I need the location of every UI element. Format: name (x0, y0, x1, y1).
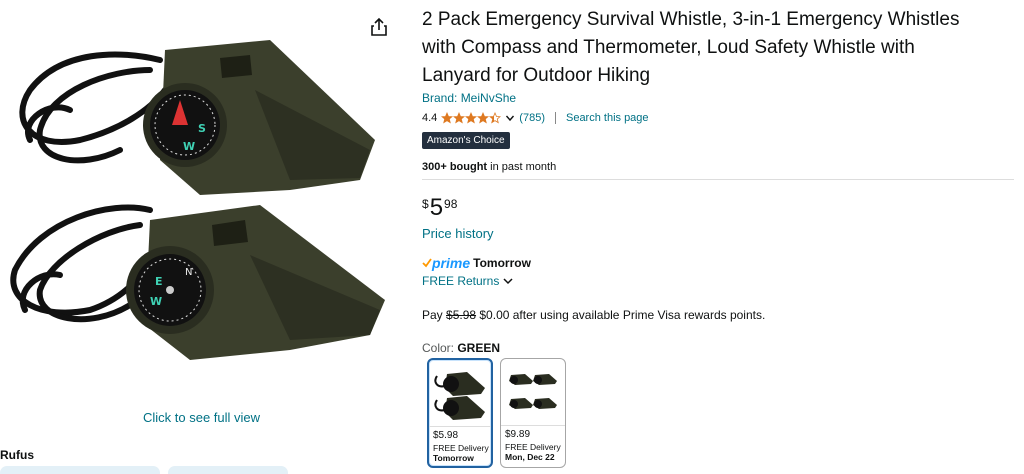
price-history-link[interactable]: Price history (422, 226, 494, 241)
rufus-label: Rufus (0, 448, 34, 462)
svg-text:E: E (155, 275, 163, 288)
color-label: Color: (422, 341, 458, 355)
bought-suffix: in past month (487, 161, 557, 173)
chevron-down-icon (503, 278, 513, 285)
color-value: GREEN (457, 341, 501, 355)
whistle-top: E S W (143, 40, 375, 195)
svg-text:N: N (185, 267, 192, 278)
product-image[interactable]: E S W E W N (0, 30, 400, 400)
chevron-down-icon[interactable] (505, 113, 515, 123)
swatch-price: $9.89 (505, 429, 531, 440)
amazons-choice-badge: Amazon's Choice (422, 132, 510, 149)
rating-count-link[interactable]: (785) (519, 112, 545, 124)
whistle-bottom: E W N (126, 205, 385, 360)
section-divider (422, 179, 1014, 180)
swatch-divider (429, 426, 491, 427)
free-returns-link[interactable]: FREE Returns (422, 274, 514, 288)
swatch-divider (501, 425, 565, 426)
swatch-thumbnail (434, 372, 485, 420)
bought-count: 300+ bought (422, 161, 488, 173)
star-rating[interactable] (441, 112, 503, 124)
rating-value: 4.4 (422, 112, 438, 124)
rufus-chip[interactable] (168, 466, 288, 474)
stars-icon (441, 112, 502, 124)
divider (554, 112, 556, 124)
pay-offer-text: $0.00 after using available Prime Visa r… (476, 308, 766, 322)
prime-visa-offer: Pay $5.98 $0.00 after using available Pr… (422, 308, 765, 322)
rating-row: 4.4 (785) Search this page (422, 110, 649, 126)
swatch-delivery: FREE Delivery (433, 443, 489, 453)
see-full-view-link[interactable]: Click to see full view (143, 410, 260, 425)
color-swatch-green[interactable]: $5.98 FREE Delivery Tomorrow (427, 358, 493, 468)
svg-text:W: W (150, 295, 162, 308)
swatch-thumbnail (509, 374, 557, 409)
rufus-chip[interactable] (0, 466, 160, 474)
price-whole: 5 (429, 194, 444, 221)
svg-text:S: S (198, 122, 206, 135)
free-returns-label: FREE Returns (422, 274, 500, 288)
swatch-price: $5.98 (433, 430, 459, 441)
color-selector-label: Color: GREEN (422, 341, 500, 355)
swatch-delivery-date: Mon, Dec 22 (505, 452, 555, 462)
search-this-page-link[interactable]: Search this page (566, 112, 649, 124)
pay-prefix: Pay (422, 308, 447, 322)
lanyard-top (19, 51, 168, 164)
price: $ 5 98 (422, 196, 457, 220)
prime-logo: prime (432, 255, 471, 271)
swatch-delivery-date: Tomorrow (433, 453, 474, 463)
swatch-delivery: FREE Delivery (505, 442, 561, 452)
svg-text:W: W (183, 140, 195, 153)
pay-strike-price: $5.98 (446, 308, 477, 322)
price-fraction: 98 (444, 197, 458, 211)
price-currency: $ (422, 197, 429, 211)
product-title: 2 Pack Emergency Survival Whistle, 3-in-… (422, 9, 960, 86)
prime-delivery: prime Tomorrow (422, 255, 531, 271)
image-pane: E S W E W N Click to see full view Rufus (0, 0, 400, 474)
bought-in-past-month: 300+ bought in past month (422, 161, 556, 173)
color-swatch-4-pack[interactable]: $9.89 FREE Delivery Mon, Dec 22 (500, 358, 566, 468)
prime-check-icon (422, 258, 432, 268)
prime-delivery-date: Tomorrow (473, 256, 531, 270)
brand-link[interactable]: Brand: MeiNvShe (422, 91, 516, 105)
